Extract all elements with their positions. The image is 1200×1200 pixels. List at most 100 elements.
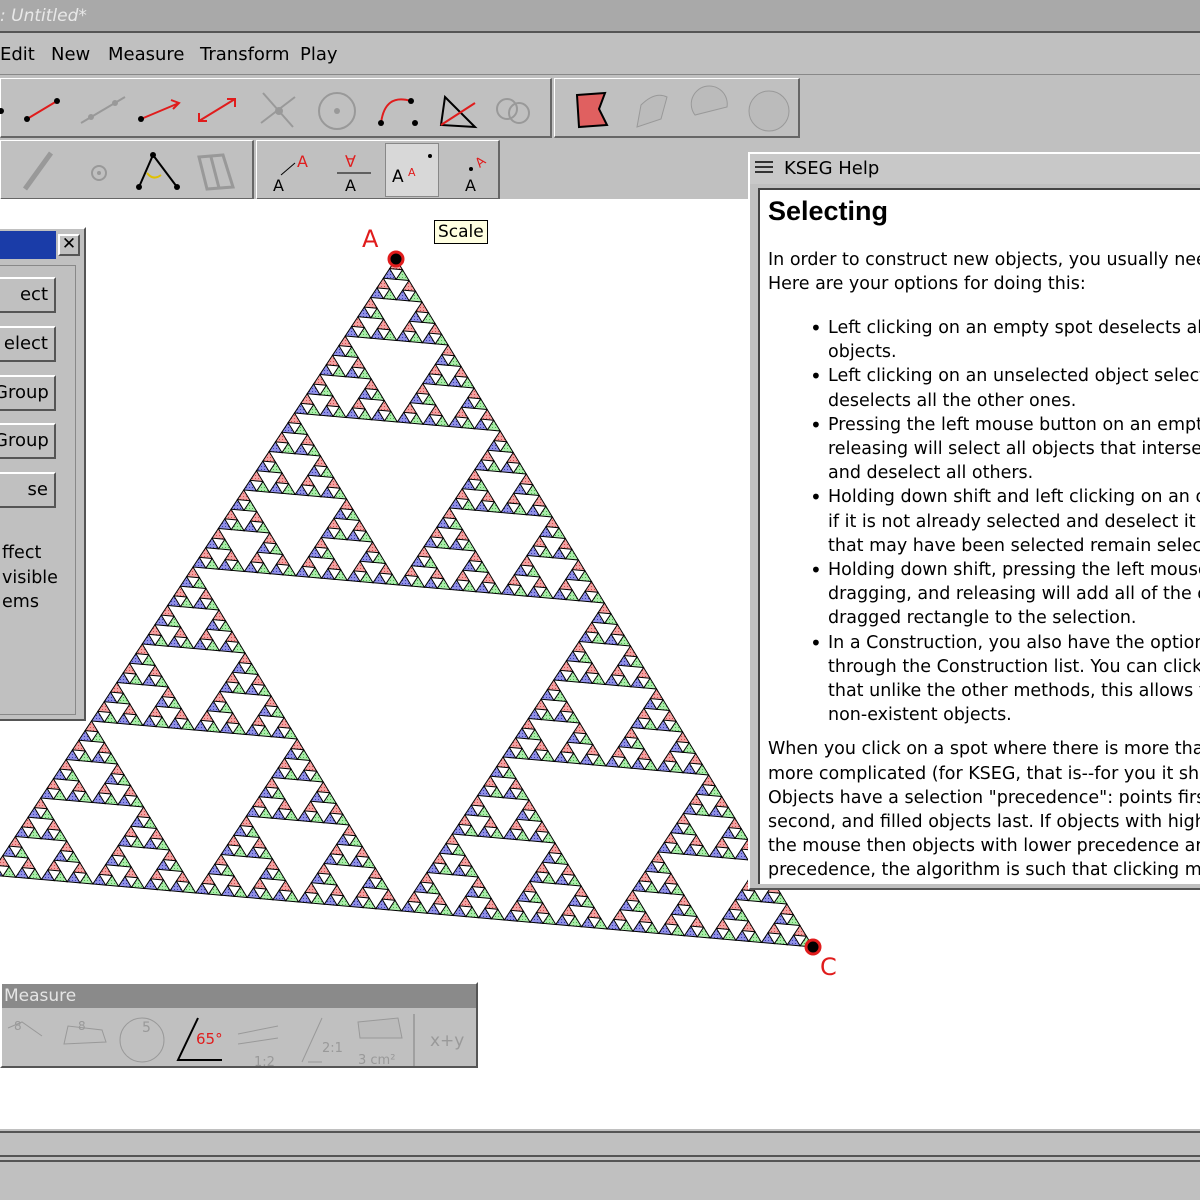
vector-tool-icon[interactable] bbox=[191, 83, 243, 135]
fractal-triangle[interactable] bbox=[461, 478, 476, 491]
fractal-triangle[interactable] bbox=[148, 705, 164, 718]
fractal-triangle[interactable] bbox=[350, 315, 366, 329]
line-tool-icon[interactable] bbox=[77, 83, 129, 135]
fractal-triangle[interactable] bbox=[670, 924, 686, 937]
fractal-triangle[interactable] bbox=[156, 879, 171, 892]
fractal-triangle[interactable] bbox=[528, 870, 544, 884]
fractal-triangle[interactable] bbox=[192, 556, 207, 569]
fractal-triangle[interactable] bbox=[447, 354, 463, 368]
fractal-triangle[interactable] bbox=[173, 626, 189, 639]
menu-play[interactable]: Play bbox=[300, 44, 338, 65]
fractal-triangle[interactable] bbox=[357, 367, 373, 380]
fractal-triangle[interactable] bbox=[261, 450, 277, 463]
fractal-triangle[interactable] bbox=[143, 837, 158, 850]
fractal-triangle[interactable] bbox=[499, 440, 515, 454]
fractal-triangle[interactable] bbox=[434, 374, 450, 387]
fractal-triangle[interactable] bbox=[535, 861, 550, 874]
fractal-triangle[interactable] bbox=[527, 748, 543, 761]
fractal-triangle[interactable] bbox=[344, 325, 360, 338]
polygon-fill-icon[interactable] bbox=[565, 83, 617, 135]
fractal-triangle[interactable] bbox=[182, 881, 197, 894]
fractal-triangle[interactable] bbox=[509, 818, 524, 831]
fractal-triangle[interactable] bbox=[475, 581, 490, 594]
fractal-triangle[interactable] bbox=[116, 692, 131, 705]
angle-tool-icon[interactable] bbox=[131, 145, 183, 197]
fractal-triangle[interactable] bbox=[1, 865, 17, 878]
fractal-triangle[interactable] bbox=[116, 773, 132, 787]
fractal-triangle[interactable] bbox=[300, 474, 316, 487]
fractal-triangle[interactable] bbox=[421, 332, 437, 345]
fractal-triangle[interactable] bbox=[59, 840, 75, 853]
fractal-triangle[interactable] bbox=[193, 719, 209, 732]
fractal-triangle[interactable] bbox=[274, 472, 290, 485]
slope-icon[interactable]: 2:1 bbox=[301, 1017, 343, 1063]
fractal-triangle[interactable] bbox=[408, 290, 424, 303]
ratio-icon[interactable]: 1:2 bbox=[237, 1025, 279, 1070]
fractal-triangle[interactable] bbox=[370, 409, 386, 422]
fractal-triangle[interactable] bbox=[676, 894, 692, 907]
fractal-triangle[interactable] bbox=[512, 482, 528, 495]
locus-tool-icon[interactable] bbox=[11, 145, 63, 197]
fractal-triangle[interactable] bbox=[682, 843, 698, 856]
circle-fill-icon[interactable] bbox=[743, 83, 795, 135]
fractal-triangle[interactable] bbox=[320, 486, 335, 499]
fractal-triangle[interactable] bbox=[578, 671, 594, 684]
fractal-triangle[interactable] bbox=[426, 902, 442, 915]
fractal-triangle[interactable] bbox=[96, 700, 112, 714]
fractal-triangle[interactable] bbox=[352, 519, 368, 532]
fractal-triangle[interactable] bbox=[128, 652, 144, 665]
fractal-triangle[interactable] bbox=[486, 439, 502, 452]
fractal-triangle[interactable] bbox=[348, 855, 364, 868]
fractal-triangle[interactable] bbox=[421, 372, 437, 386]
fractal-triangle[interactable] bbox=[103, 691, 118, 704]
fractal-triangle[interactable] bbox=[670, 903, 686, 916]
fractal-triangle[interactable] bbox=[268, 481, 284, 494]
fractal-triangle[interactable] bbox=[663, 872, 679, 885]
fractal-triangle[interactable] bbox=[148, 664, 163, 677]
menu-new[interactable]: New bbox=[51, 44, 90, 65]
fractal-triangle[interactable] bbox=[90, 710, 106, 723]
fractal-triangle[interactable] bbox=[591, 632, 606, 645]
fractal-triangle[interactable] bbox=[270, 705, 286, 719]
fractal-triangle[interactable] bbox=[509, 899, 525, 913]
fractal-triangle[interactable] bbox=[14, 846, 30, 859]
fractal-triangle[interactable] bbox=[110, 763, 126, 776]
fractal-triangle[interactable] bbox=[422, 413, 437, 426]
fractal-triangle[interactable] bbox=[747, 890, 763, 903]
fractal-triangle[interactable] bbox=[277, 757, 293, 770]
fractal-triangle[interactable] bbox=[565, 670, 581, 683]
fractal-triangle[interactable] bbox=[460, 396, 476, 409]
fractal-triangle[interactable] bbox=[638, 870, 653, 883]
fractal-triangle[interactable] bbox=[207, 863, 223, 876]
fractal-triangle[interactable] bbox=[564, 568, 580, 581]
fractal-triangle[interactable] bbox=[714, 836, 730, 849]
fractal-triangle[interactable] bbox=[681, 741, 697, 755]
fractal-triangle[interactable] bbox=[786, 934, 802, 947]
menu-edit[interactable]: Edit bbox=[0, 44, 35, 65]
fractal-triangle[interactable] bbox=[369, 286, 385, 300]
fractal-triangle[interactable] bbox=[721, 847, 737, 860]
fractal-triangle[interactable] bbox=[721, 908, 737, 921]
fractal-triangle[interactable] bbox=[319, 384, 334, 397]
fractal-triangle[interactable] bbox=[362, 897, 377, 910]
fractal-triangle[interactable] bbox=[636, 666, 652, 679]
fractal-triangle[interactable] bbox=[447, 375, 463, 388]
fractal-triangle[interactable] bbox=[643, 718, 658, 731]
fractal-triangle[interactable] bbox=[683, 904, 699, 918]
fractal-triangle[interactable] bbox=[436, 577, 452, 591]
help-content[interactable]: Selecting In order to construct new obje… bbox=[758, 188, 1200, 884]
fractal-triangle[interactable] bbox=[657, 841, 672, 854]
translate-tool-icon[interactable]: AA bbox=[263, 145, 315, 197]
fractal-triangle[interactable] bbox=[528, 809, 544, 823]
segment-tool-icon[interactable] bbox=[17, 83, 69, 135]
fractal-triangle[interactable] bbox=[767, 922, 782, 935]
fractal-triangle[interactable] bbox=[344, 345, 360, 359]
fractal-triangle[interactable] bbox=[455, 569, 471, 582]
fractal-triangle[interactable] bbox=[553, 750, 569, 764]
fractal-triangle[interactable] bbox=[489, 786, 505, 799]
fractal-triangle[interactable] bbox=[130, 815, 145, 828]
fractal-triangle[interactable] bbox=[258, 806, 274, 819]
fractal-triangle[interactable] bbox=[284, 808, 299, 822]
fractal-triangle[interactable] bbox=[734, 848, 749, 861]
fractal-triangle[interactable] bbox=[277, 798, 293, 811]
